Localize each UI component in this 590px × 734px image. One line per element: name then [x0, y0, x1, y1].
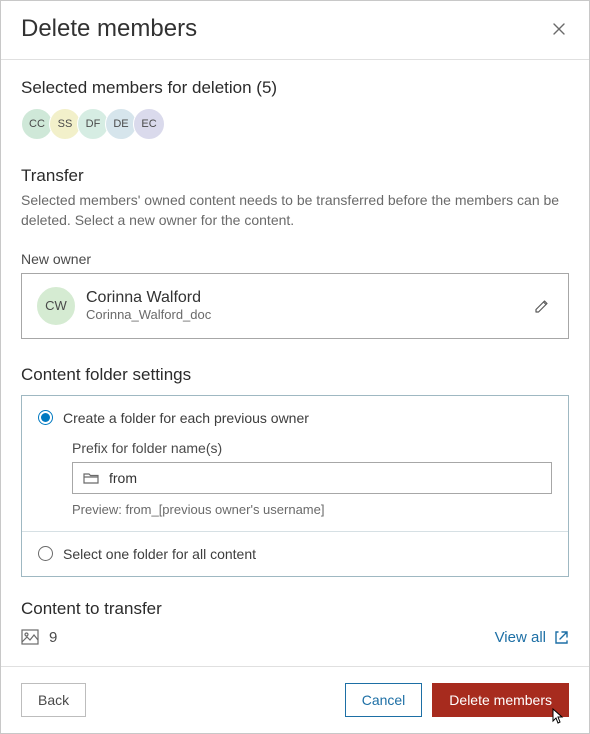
back-button[interactable]: Back: [21, 683, 86, 717]
dialog-footer: Back Cancel Delete members: [1, 666, 589, 733]
folder-option-per-owner[interactable]: Create a folder for each previous owner …: [22, 396, 568, 531]
edit-owner-button[interactable]: [530, 294, 554, 318]
owner-username: Corinna_Walford_doc: [86, 307, 516, 322]
radio-per-owner-label: Create a folder for each previous owner: [63, 410, 309, 426]
selected-members-section: Selected members for deletion (5) CC SS …: [21, 78, 569, 140]
prefix-preview: Preview: from_[previous owner's username…: [72, 502, 552, 517]
prefix-input[interactable]: [109, 470, 541, 486]
transfer-helper-text: Selected members' owned content needs to…: [21, 190, 569, 231]
content-transfer-row: 9 View all: [21, 629, 569, 646]
content-count-value: 9: [49, 629, 57, 646]
folder-option-single[interactable]: Select one folder for all content: [22, 531, 568, 576]
selected-members-heading: Selected members for deletion (5): [21, 78, 569, 98]
footer-right: Cancel Delete members: [345, 683, 569, 717]
folder-settings-heading: Content folder settings: [21, 365, 569, 385]
dialog-title: Delete members: [21, 15, 197, 43]
radio-single-label: Select one folder for all content: [63, 546, 256, 562]
prefix-label: Prefix for folder name(s): [72, 440, 552, 456]
radio-single-folder[interactable]: [38, 546, 53, 561]
folder-icon: [83, 471, 99, 485]
transfer-section: Transfer Selected members' owned content…: [21, 166, 569, 339]
image-icon: [21, 629, 39, 645]
content-transfer-heading: Content to transfer: [21, 599, 569, 619]
cancel-button[interactable]: Cancel: [345, 683, 423, 717]
dialog-body: Selected members for deletion (5) CC SS …: [1, 60, 589, 666]
view-all-label: View all: [495, 629, 546, 646]
content-to-transfer-section: Content to transfer 9 View all: [21, 599, 569, 646]
new-owner-card: CW Corinna Walford Corinna_Walford_doc: [21, 273, 569, 339]
close-button[interactable]: [549, 19, 569, 39]
selected-avatars-row: CC SS DF DE EC: [21, 108, 569, 140]
radio-per-owner[interactable]: [38, 410, 53, 425]
close-icon: [553, 23, 565, 35]
prefix-subfield: Prefix for folder name(s) Preview: from_…: [72, 440, 552, 517]
content-count: 9: [21, 629, 57, 646]
member-avatar: EC: [133, 108, 165, 140]
dialog-header: Delete members: [1, 1, 589, 60]
owner-info: Corinna Walford Corinna_Walford_doc: [86, 289, 516, 322]
folder-settings-box: Create a folder for each previous owner …: [21, 395, 569, 577]
view-all-link[interactable]: View all: [495, 629, 569, 646]
transfer-heading: Transfer: [21, 166, 569, 186]
owner-name: Corinna Walford: [86, 289, 516, 307]
delete-members-button[interactable]: Delete members: [432, 683, 569, 717]
owner-avatar: CW: [36, 286, 76, 326]
pencil-icon: [534, 298, 550, 314]
new-owner-label: New owner: [21, 251, 569, 267]
external-link-icon: [554, 630, 569, 645]
content-folder-settings-section: Content folder settings Create a folder …: [21, 365, 569, 577]
delete-members-dialog: Delete members Selected members for dele…: [0, 0, 590, 734]
prefix-input-wrap[interactable]: [72, 462, 552, 494]
